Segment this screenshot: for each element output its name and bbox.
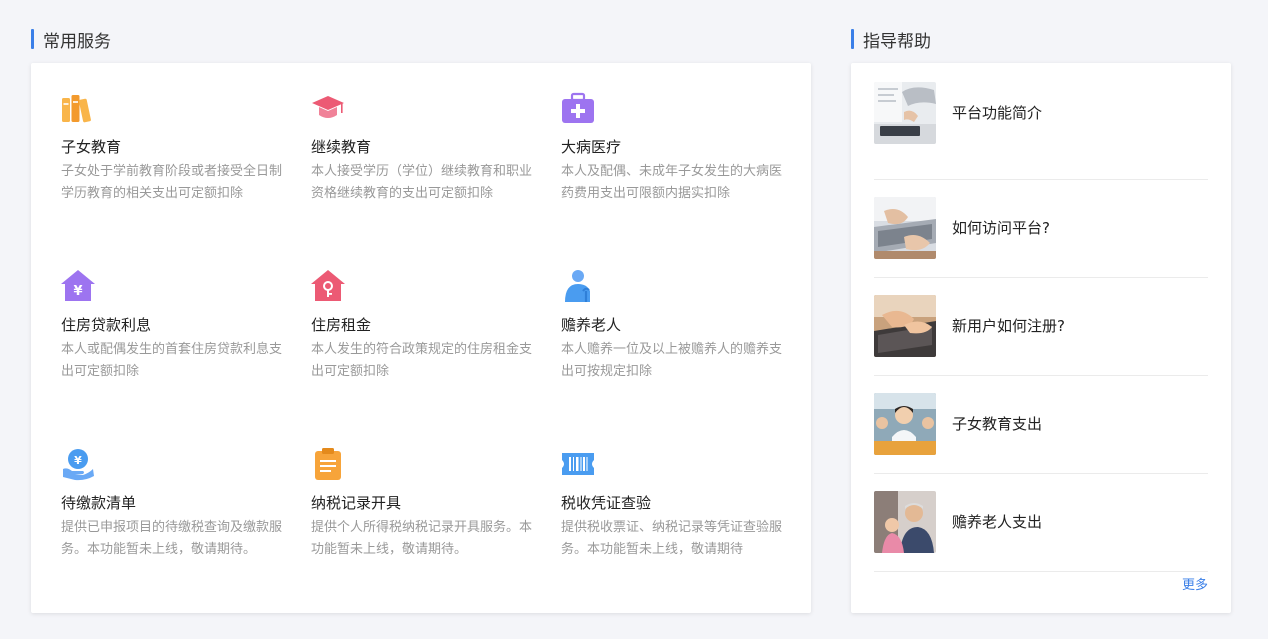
help-item-label: 新用户如何注册? (952, 317, 1065, 335)
barcode-ticket-icon (562, 453, 594, 475)
service-housing-rent[interactable]: 住房租金 本人发生的符合政策规定的住房租金支出可定额扣除 (311, 269, 543, 383)
service-tax-certificate-verification[interactable]: 税收凭证查验 提供税收票证、纳税记录等凭证查验服务。本功能暂未上线，敬请期待 (561, 447, 793, 561)
title-accent-bar (31, 29, 34, 49)
more-link[interactable]: 更多 (1182, 574, 1208, 593)
svg-text:¥: ¥ (74, 454, 82, 467)
typing-keyboard-photo (874, 295, 936, 357)
service-desc: 本人及配偶、未成年子女发生的大病医药费用支出可限额内据实扣除 (561, 164, 783, 201)
help-item-label: 如何访问平台? (952, 219, 1050, 237)
service-desc: 本人赡养一位及以上被赡养人的赡养支出可按规定扣除 (561, 342, 783, 379)
service-pending-payments[interactable]: ¥ 待缴款清单 提供已申报项目的待缴税查询及缴款服务。本功能暂未上线，敬请期待。 (61, 447, 293, 561)
service-desc: 本人或配偶发生的首套住房贷款利息支出可定额扣除 (61, 342, 283, 379)
help-item-label: 平台功能简介 (952, 104, 1043, 122)
office-desk-photo (874, 82, 936, 144)
laptop-hands-photo (874, 197, 936, 259)
classroom-children-photo (874, 393, 936, 455)
help-item-how-to-access[interactable]: 如何访问平台? (874, 180, 1208, 278)
service-tax-record-issuance[interactable]: 纳税记录开具 提供个人所得税纳税记录开具服务。本功能暂未上线，敬请期待。 (311, 447, 543, 561)
help-item-child-education-expense[interactable]: 子女教育支出 (874, 376, 1208, 474)
help-title-text: 指导帮助 (863, 31, 931, 52)
help-item-label: 赡养老人支出 (952, 513, 1043, 531)
house-yuan-icon: ¥ (61, 270, 95, 301)
service-name: 住房租金 (311, 316, 372, 334)
service-name: 税收凭证查验 (561, 494, 652, 512)
elderly-family-photo (874, 491, 936, 553)
clipboard-icon (315, 448, 341, 480)
services-card: 子女教育 子女处于学前教育阶段或者接受全日制学历教育的相关支出可定额扣除 继续教… (31, 63, 811, 613)
help-card: 平台功能简介 如何访问平台? 新用户如何注册? 子女教育支出 赡养老人支出 更多 (851, 63, 1231, 613)
services-title-text: 常用服务 (43, 31, 111, 52)
help-item-platform-intro[interactable]: 平台功能简介 (874, 82, 1208, 180)
title-accent-bar (851, 29, 854, 49)
service-name: 子女教育 (61, 138, 122, 156)
help-item-registration[interactable]: 新用户如何注册? (874, 278, 1208, 376)
service-serious-illness[interactable]: 大病医疗 本人及配偶、未成年子女发生的大病医药费用支出可限额内据实扣除 (561, 91, 793, 205)
svg-text:¥: ¥ (73, 284, 82, 299)
service-desc: 子女处于学前教育阶段或者接受全日制学历教育的相关支出可定额扣除 (61, 164, 283, 201)
help-list: 平台功能简介 如何访问平台? 新用户如何注册? 子女教育支出 赡养老人支出 (874, 82, 1208, 572)
service-name: 赡养老人 (561, 316, 622, 334)
payment-hand-icon: ¥ (63, 449, 94, 481)
medical-kit-icon (562, 92, 594, 123)
service-desc: 提供已申报项目的待缴税查询及缴款服务。本功能暂未上线，敬请期待。 (61, 520, 283, 557)
help-item-label: 子女教育支出 (952, 415, 1043, 433)
graduation-cap-icon (312, 96, 344, 118)
books-icon (62, 95, 91, 123)
service-desc: 提供个人所得税纳税记录开具服务。本功能暂未上线，敬请期待。 (311, 520, 533, 557)
elder-person-icon (565, 270, 590, 302)
service-continuing-education[interactable]: 继续教育 本人接受学历（学位）继续教育和职业资格继续教育的支出可定额扣除 (311, 91, 543, 205)
service-name: 大病医疗 (561, 138, 622, 156)
help-section-title: 指导帮助 (851, 29, 931, 52)
help-item-elderly-support-expense[interactable]: 赡养老人支出 (874, 474, 1208, 572)
service-name: 待缴款清单 (61, 494, 137, 512)
service-name: 住房贷款利息 (61, 316, 152, 334)
service-desc: 本人发生的符合政策规定的住房租金支出可定额扣除 (311, 342, 533, 379)
service-housing-loan-interest[interactable]: ¥ 住房贷款利息 本人或配偶发生的首套住房贷款利息支出可定额扣除 (61, 269, 293, 383)
services-section-title: 常用服务 (31, 29, 111, 52)
service-name: 纳税记录开具 (311, 494, 402, 512)
service-desc: 提供税收票证、纳税记录等凭证查验服务。本功能暂未上线，敬请期待 (561, 520, 783, 557)
service-elderly-support[interactable]: 赡养老人 本人赡养一位及以上被赡养人的赡养支出可按规定扣除 (561, 269, 793, 383)
house-key-icon (311, 270, 345, 301)
service-name: 继续教育 (311, 138, 372, 156)
service-desc: 本人接受学历（学位）继续教育和职业资格继续教育的支出可定额扣除 (311, 164, 533, 201)
service-child-education[interactable]: 子女教育 子女处于学前教育阶段或者接受全日制学历教育的相关支出可定额扣除 (61, 91, 293, 205)
